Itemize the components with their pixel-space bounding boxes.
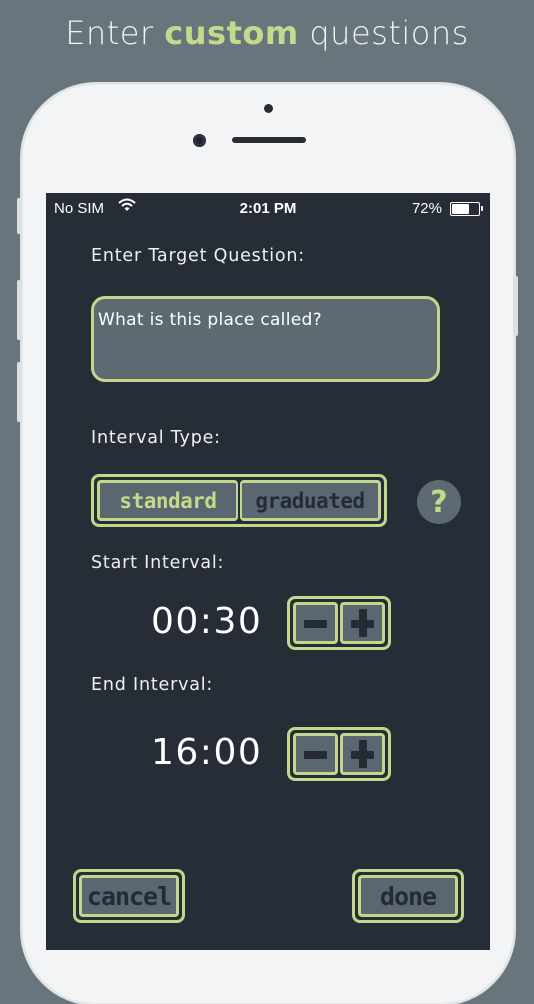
interval-option-graduated[interactable]: graduated	[240, 480, 381, 521]
headline-accent: custom	[164, 14, 299, 52]
done-button-label: done	[358, 875, 458, 917]
battery-percent: 72%	[411, 200, 442, 217]
interval-option-standard[interactable]: standard	[97, 480, 238, 521]
end-decrement-button[interactable]	[293, 733, 338, 775]
battery-icon	[450, 202, 483, 216]
cancel-button-label: cancel	[79, 875, 179, 917]
headline-suffix: questions	[309, 14, 469, 52]
minus-icon	[304, 620, 327, 628]
end-interval-label: End Interval:	[91, 675, 214, 695]
start-interval-value: 00:30	[151, 601, 263, 642]
question-input[interactable]: What is this place called?	[91, 296, 440, 382]
start-interval-stepper	[287, 596, 391, 650]
phone-sensor	[264, 104, 273, 113]
help-button[interactable]: ?	[417, 480, 461, 524]
phone-camera	[193, 134, 206, 147]
end-increment-button[interactable]	[340, 733, 385, 775]
end-interval-value: 16:00	[151, 732, 263, 773]
cancel-button[interactable]: cancel	[73, 869, 185, 923]
phone-power-button	[513, 276, 518, 336]
start-interval-label: Start Interval:	[91, 553, 225, 573]
minus-icon	[304, 751, 327, 759]
end-interval-stepper	[287, 727, 391, 781]
headline-prefix: Enter	[65, 14, 154, 52]
start-decrement-button[interactable]	[293, 602, 338, 644]
battery-nub	[481, 206, 483, 211]
interval-type-label: Interval Type:	[91, 428, 221, 448]
phone-speaker	[232, 137, 306, 143]
phone-volume-down	[17, 362, 22, 422]
question-label: Enter Target Question:	[91, 246, 306, 266]
phone-volume-up	[17, 280, 22, 340]
done-button[interactable]: done	[352, 869, 464, 923]
status-bar: No SIM 2:01 PM 72%	[46, 193, 490, 223]
app-screen: No SIM 2:01 PM 72% Enter Target Question…	[46, 193, 490, 950]
interval-type-selector: standard graduated	[91, 474, 387, 527]
promo-headline: Enter custom questions	[0, 14, 534, 52]
start-increment-button[interactable]	[340, 602, 385, 644]
phone-mute-switch	[17, 198, 22, 234]
battery-fill	[452, 204, 469, 214]
